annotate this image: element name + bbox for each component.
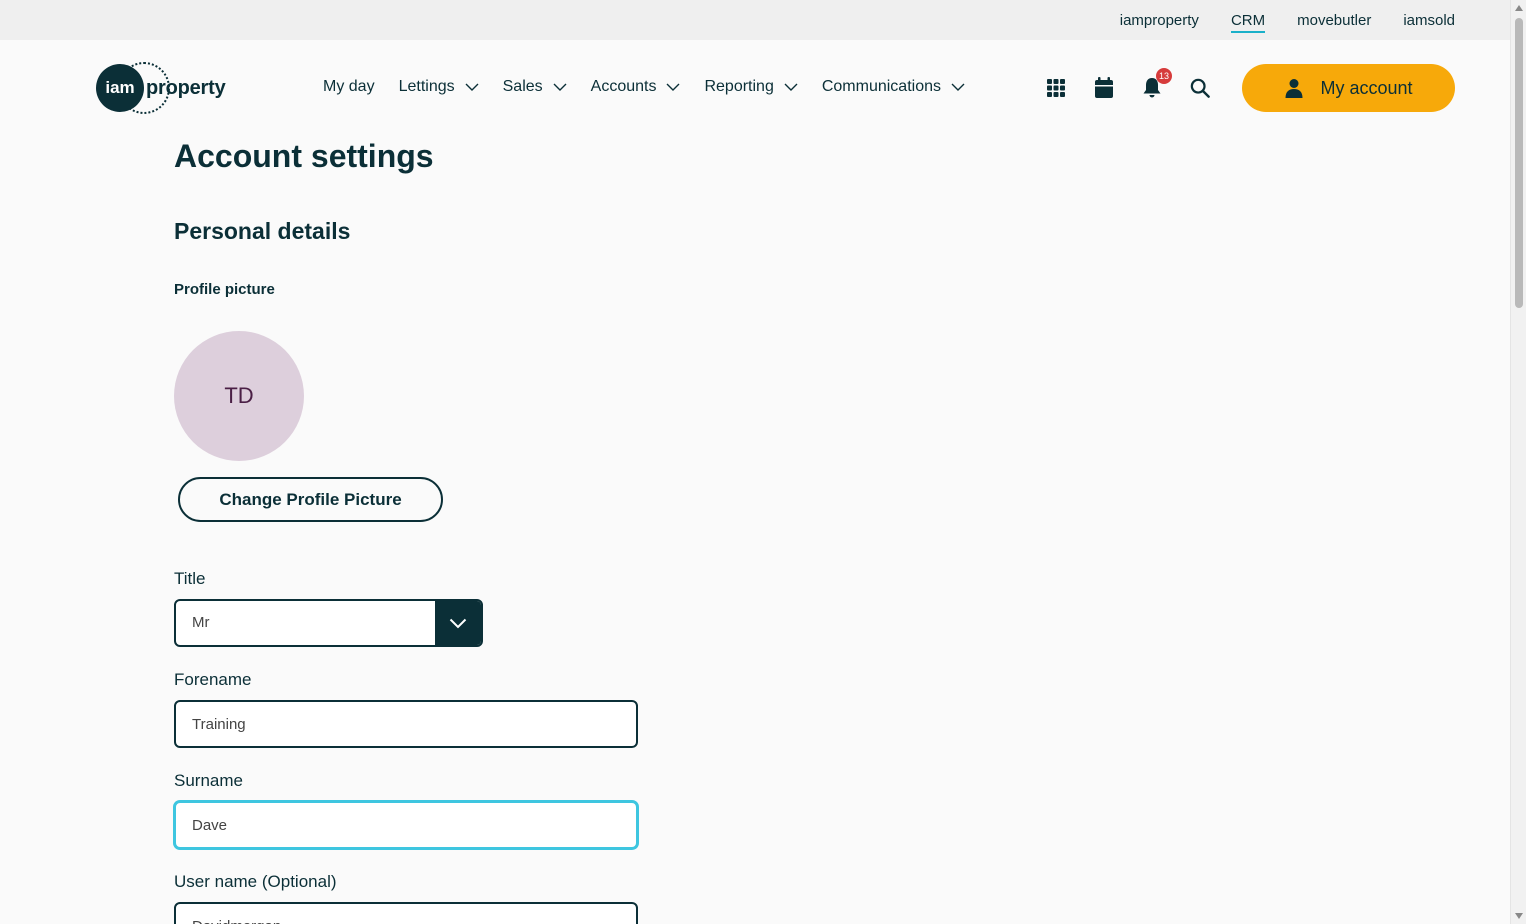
nav-item-my-day[interactable]: My day (323, 78, 375, 96)
chevron-down-icon (465, 83, 479, 91)
nav-item-label: My day (323, 78, 375, 95)
page-scrollbar[interactable] (1510, 0, 1526, 924)
brand-links: iamproperty CRM movebutler iamsold (1120, 0, 1455, 40)
nav-item-lettings[interactable]: Lettings (399, 78, 479, 96)
forename-field[interactable] (174, 700, 638, 748)
avatar-initials: TD (224, 383, 254, 408)
user-icon (1285, 79, 1303, 98)
nav-item-accounts[interactable]: Accounts (591, 78, 681, 96)
logo-badge: iam (96, 64, 144, 112)
nav-item-label: Accounts (590, 78, 657, 95)
avatar: TD (174, 331, 304, 461)
calendar-icon[interactable] (1094, 76, 1114, 100)
nav-item-label: Communications (821, 78, 941, 95)
my-account-button[interactable]: My account (1242, 64, 1455, 112)
title-label: Title (174, 569, 206, 588)
page-title: Account settings (174, 138, 434, 174)
bell-icon[interactable]: 13 (1142, 68, 1172, 100)
chevron-down-icon (449, 618, 467, 628)
brand-link-crm[interactable]: CRM (1230, 12, 1266, 33)
main-header: iam property My day Lettings Sales Accou… (0, 40, 1510, 136)
brand-link-iamproperty[interactable]: iamproperty (1120, 12, 1199, 29)
nav-item-label: Lettings (398, 78, 455, 95)
header-icon-group: 13 (1046, 68, 1210, 100)
logo-wordmark: property (146, 76, 226, 99)
chevron-down-icon (666, 83, 680, 91)
chevron-down-icon (553, 83, 567, 91)
username-label: User name (Optional) (174, 872, 337, 891)
brand-link-movebutler[interactable]: movebutler (1297, 12, 1371, 29)
profile-picture-label: Profile picture (174, 281, 275, 298)
brand-link-iamsold[interactable]: iamsold (1403, 12, 1455, 29)
scroll-up-arrow-icon[interactable] (1515, 5, 1523, 11)
iamproperty-logo[interactable]: iam property (96, 62, 226, 114)
grid-icon[interactable] (1046, 76, 1066, 100)
nav-item-label: Sales (502, 78, 543, 95)
nav-item-communications[interactable]: Communications (822, 78, 965, 96)
chevron-down-icon (784, 83, 798, 91)
notification-count-badge: 13 (1155, 68, 1172, 84)
change-profile-picture-button[interactable]: Change Profile Picture (178, 477, 443, 522)
username-field[interactable] (174, 902, 638, 924)
scrollbar-thumb[interactable] (1515, 18, 1523, 308)
search-icon[interactable] (1190, 76, 1210, 100)
surname-field[interactable] (174, 801, 638, 849)
brand-bar: iamproperty CRM movebutler iamsold (0, 0, 1510, 40)
chevron-down-icon (951, 83, 965, 91)
nav-item-label: Reporting (704, 78, 774, 95)
title-select-value: Mr (192, 614, 210, 631)
title-select[interactable]: Mr (174, 599, 483, 647)
nav-item-reporting[interactable]: Reporting (704, 78, 798, 96)
title-select-toggle[interactable] (435, 601, 481, 645)
forename-label: Forename (174, 670, 252, 689)
primary-nav: My day Lettings Sales Accounts Reporting… (323, 78, 965, 96)
nav-item-sales[interactable]: Sales (503, 78, 567, 96)
surname-label: Surname (174, 771, 243, 790)
scroll-down-arrow-icon[interactable] (1515, 913, 1523, 919)
my-account-label: My account (1320, 77, 1413, 98)
section-title-personal-details: Personal details (174, 218, 351, 244)
